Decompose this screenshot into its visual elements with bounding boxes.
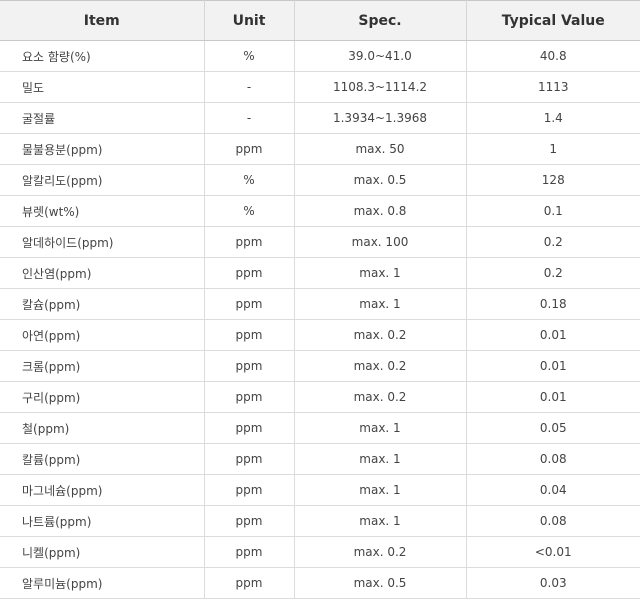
cell-typical-value: 0.04 [466,474,640,506]
table-header: Item Unit Spec. Typical Value [0,0,640,41]
table-row: 아연(ppm) ppm max. 0.2 0.01 [0,319,640,351]
spec-table: Item Unit Spec. Typical Value 요소 함량(%)% 3… [0,0,640,599]
cell-item: 알칼리도(ppm) [0,164,205,196]
cell-item: 아연(ppm) [0,319,205,351]
cell-unit: - [204,71,295,103]
cell-spec: max. 1 [294,443,467,475]
cell-unit: ppm [204,536,295,568]
table-row: 구리(ppm) ppm max. 0.2 0.01 [0,381,640,413]
cell-typical-value: 1113 [466,71,640,103]
table-row: 알루미늄(ppm) ppm max. 0.5 0.03 [0,567,640,599]
cell-typical-value: 0.08 [466,505,640,537]
cell-typical-value: 1.4 [466,102,640,134]
cell-spec: max. 0.5 [294,164,467,196]
cell-item: 크롬(ppm) [0,350,205,382]
table-row: 니켈(ppm) ppm max. 0.2 <0.01 [0,536,640,568]
cell-unit: ppm [204,505,295,537]
cell-spec: max. 0.8 [294,195,467,227]
cell-typical-value: 1 [466,133,640,165]
cell-spec: 39.0~41.0 [294,40,467,72]
cell-spec: max. 1 [294,288,467,320]
cell-typical-value: 0.2 [466,226,640,258]
cell-typical-value: 0.01 [466,319,640,351]
header-unit: Unit [204,0,295,41]
cell-unit: ppm [204,133,295,165]
cell-unit: % [204,195,295,227]
cell-unit: ppm [204,350,295,382]
cell-typical-value: 0.01 [466,381,640,413]
table-row: 마그네슘(ppm) ppm max. 1 0.04 [0,474,640,506]
cell-typical-value: 128 [466,164,640,196]
cell-unit: ppm [204,319,295,351]
cell-typical-value: 40.8 [466,40,640,72]
cell-typical-value: 0.2 [466,257,640,289]
cell-spec: max. 0.2 [294,536,467,568]
cell-spec: max. 0.2 [294,350,467,382]
table-row: 밀도 -1108.3~1114.2 1113 [0,71,640,103]
cell-spec: max. 1 [294,412,467,444]
cell-spec: max. 0.2 [294,319,467,351]
cell-item: 구리(ppm) [0,381,205,413]
cell-spec: max. 1 [294,474,467,506]
table-row: 알칼리도(ppm)% max. 0.5 128 [0,164,640,196]
table-row: 뷰렛(wt%)% max. 0.8 0.1 [0,195,640,227]
cell-item: 철(ppm) [0,412,205,444]
cell-item: 칼슘(ppm) [0,288,205,320]
cell-unit: - [204,102,295,134]
table-row: 물불용분(ppm) ppm max. 50 1 [0,133,640,165]
cell-spec: max. 0.2 [294,381,467,413]
cell-item: 알루미늄(ppm) [0,567,205,599]
cell-unit: ppm [204,474,295,506]
cell-spec: max. 0.5 [294,567,467,599]
cell-item: 밀도 [0,71,205,103]
cell-typical-value: 0.08 [466,443,640,475]
cell-item: 칼륨(ppm) [0,443,205,475]
table-body: 요소 함량(%)% 39.0~41.0 40.8 밀도 -1108.3~1114.2 11… [0,40,640,599]
cell-spec: max. 100 [294,226,467,258]
cell-unit: ppm [204,288,295,320]
cell-item: 니켈(ppm) [0,536,205,568]
cell-item: 물불용분(ppm) [0,133,205,165]
header-typical-value: Typical Value [466,0,640,41]
cell-unit: % [204,164,295,196]
header-row: Item Unit Spec. Typical Value [0,0,640,41]
cell-typical-value: 0.18 [466,288,640,320]
cell-unit: ppm [204,226,295,258]
header-spec: Spec. [294,0,467,41]
cell-item: 요소 함량(%) [0,40,205,72]
table-row: 크롬(ppm) ppm max. 0.2 0.01 [0,350,640,382]
cell-spec: 1108.3~1114.2 [294,71,467,103]
cell-unit: ppm [204,443,295,475]
table-row: 인산염(ppm) ppm max. 1 0.2 [0,257,640,289]
cell-typical-value: 0.1 [466,195,640,227]
cell-item: 굴절률 [0,102,205,134]
table-row: 칼슘(ppm) ppm max. 1 0.18 [0,288,640,320]
cell-unit: ppm [204,381,295,413]
cell-unit: ppm [204,567,295,599]
table-row: 칼륨(ppm) ppm max. 1 0.08 [0,443,640,475]
cell-unit: ppm [204,257,295,289]
cell-item: 인산염(ppm) [0,257,205,289]
table-row: 요소 함량(%)% 39.0~41.0 40.8 [0,40,640,72]
table-row: 알데하이드(ppm) ppm max. 100 0.2 [0,226,640,258]
cell-typical-value: 0.05 [466,412,640,444]
cell-item: 뷰렛(wt%) [0,195,205,227]
cell-unit: % [204,40,295,72]
cell-typical-value: 0.03 [466,567,640,599]
cell-spec: max. 1 [294,505,467,537]
cell-typical-value: <0.01 [466,536,640,568]
cell-unit: ppm [204,412,295,444]
table-row: 굴절률 -1.3934~1.3968 1.4 [0,102,640,134]
cell-typical-value: 0.01 [466,350,640,382]
cell-spec: 1.3934~1.3968 [294,102,467,134]
cell-item: 알데하이드(ppm) [0,226,205,258]
table-row: 나트륨(ppm) ppm max. 1 0.08 [0,505,640,537]
table-row: 철(ppm) ppm max. 1 0.05 [0,412,640,444]
cell-spec: max. 1 [294,257,467,289]
cell-item: 마그네슘(ppm) [0,474,205,506]
cell-item: 나트륨(ppm) [0,505,205,537]
cell-spec: max. 50 [294,133,467,165]
header-item: Item [0,0,205,41]
